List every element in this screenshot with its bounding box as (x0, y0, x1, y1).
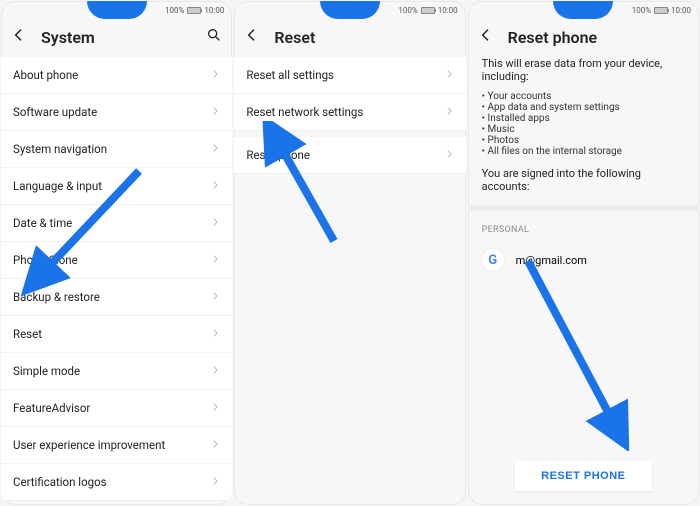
chevron-right-icon (210, 327, 220, 341)
row-label: Reset (13, 327, 210, 341)
content: This will erase data from your device, i… (468, 57, 699, 201)
chevron-right-icon (444, 68, 454, 82)
settings-list: Reset all settings Reset network settings… (234, 57, 465, 505)
row-label: Reset phone (246, 148, 443, 162)
settings-row[interactable]: FeatureAdvisor (1, 390, 232, 427)
settings-row[interactable]: Reset phone (234, 137, 465, 174)
settings-list: About phone Software update System navigat… (1, 57, 232, 505)
row-label: Certification logos (13, 475, 210, 489)
settings-row[interactable]: About phone (1, 57, 232, 94)
battery-percent: 100% (398, 6, 417, 15)
settings-row[interactable]: Date & time (1, 205, 232, 242)
settings-row[interactable]: Language & input (1, 168, 232, 205)
bullet-item: App data and system settings (482, 102, 685, 113)
annotation-arrow (508, 251, 668, 451)
battery-icon (654, 7, 668, 14)
settings-row[interactable]: Backup & restore (1, 279, 232, 316)
reset-phone-button[interactable]: RESET PHONE (515, 461, 651, 491)
settings-row[interactable]: Reset network settings (234, 94, 465, 131)
back-icon[interactable] (244, 27, 260, 47)
settings-row[interactable]: User experience improvement (1, 427, 232, 464)
chevron-right-icon (210, 438, 220, 452)
settings-row[interactable]: Phone Clone (1, 242, 232, 279)
settings-row[interactable]: Simple mode (1, 353, 232, 390)
bullet-item: Music (482, 124, 685, 135)
header: System (1, 19, 232, 57)
phone-screen-system: 100% 10:00 System About phone Software up… (1, 1, 232, 505)
row-label: User experience improvement (13, 438, 210, 452)
clock: 10:00 (671, 6, 691, 15)
chevron-right-icon (210, 290, 220, 304)
notch (87, 1, 147, 19)
erase-list: Your accountsApp data and system setting… (482, 91, 685, 157)
phone-screen-reset: 100% 10:00 Reset Reset all settingsReset… (234, 1, 465, 505)
row-label: Reset network settings (246, 105, 443, 119)
page-title: System (41, 28, 192, 47)
back-icon[interactable] (11, 27, 27, 47)
clock: 10:00 (204, 6, 224, 15)
row-label: Simple mode (13, 364, 210, 378)
chevron-right-icon (210, 364, 220, 378)
battery-percent: 100% (632, 6, 651, 15)
clock: 10:00 (438, 6, 458, 15)
chevron-right-icon (210, 142, 220, 156)
row-label: Phone Clone (13, 253, 210, 267)
google-logo-icon: G (482, 249, 504, 271)
chevron-right-icon (210, 253, 220, 267)
chevron-right-icon (210, 401, 220, 415)
row-label: FeatureAdvisor (13, 401, 210, 415)
bullet-item: Installed apps (482, 113, 685, 124)
divider (468, 205, 699, 211)
intro-text: This will erase data from your device, i… (482, 57, 685, 83)
row-label: About phone (13, 68, 210, 82)
row-label: System navigation (13, 142, 210, 156)
chevron-right-icon (444, 105, 454, 119)
chevron-right-icon (444, 148, 454, 162)
page-title: Reset (274, 28, 455, 47)
chevron-right-icon (210, 68, 220, 82)
section-label: PERSONAL (468, 215, 699, 241)
phone-screen-reset-phone: 100% 10:00 Reset phone This will erase d… (468, 1, 699, 505)
row-label: Software update (13, 105, 210, 119)
bullet-item: Your accounts (482, 91, 685, 102)
search-icon[interactable] (206, 27, 222, 47)
back-icon[interactable] (478, 27, 494, 47)
row-label: Backup & restore (13, 290, 210, 304)
notch (320, 1, 380, 19)
settings-row[interactable]: Certification logos (1, 464, 232, 501)
signed-into-text: You are signed into the following accoun… (482, 167, 685, 193)
settings-row[interactable]: Reset all settings (234, 57, 465, 94)
settings-row[interactable]: Software update (1, 94, 232, 131)
account-row[interactable]: G m@gmail.com (468, 241, 699, 279)
settings-row[interactable]: Reset (1, 316, 232, 353)
bullet-item: Photos (482, 135, 685, 146)
chevron-right-icon (210, 105, 220, 119)
page-title: Reset phone (508, 28, 689, 47)
battery-percent: 100% (165, 6, 184, 15)
battery-icon (187, 7, 201, 14)
row-label: Reset all settings (246, 68, 443, 82)
header: Reset phone (468, 19, 699, 57)
row-label: Language & input (13, 179, 210, 193)
row-label: Date & time (13, 216, 210, 230)
battery-icon (421, 7, 435, 14)
chevron-right-icon (210, 475, 220, 489)
account-email: m@gmail.com (516, 254, 587, 267)
notch (553, 1, 613, 19)
header: Reset (234, 19, 465, 57)
bullet-item: All files on the internal storage (482, 146, 685, 157)
chevron-right-icon (210, 179, 220, 193)
chevron-right-icon (210, 216, 220, 230)
settings-row[interactable]: System navigation (1, 131, 232, 168)
